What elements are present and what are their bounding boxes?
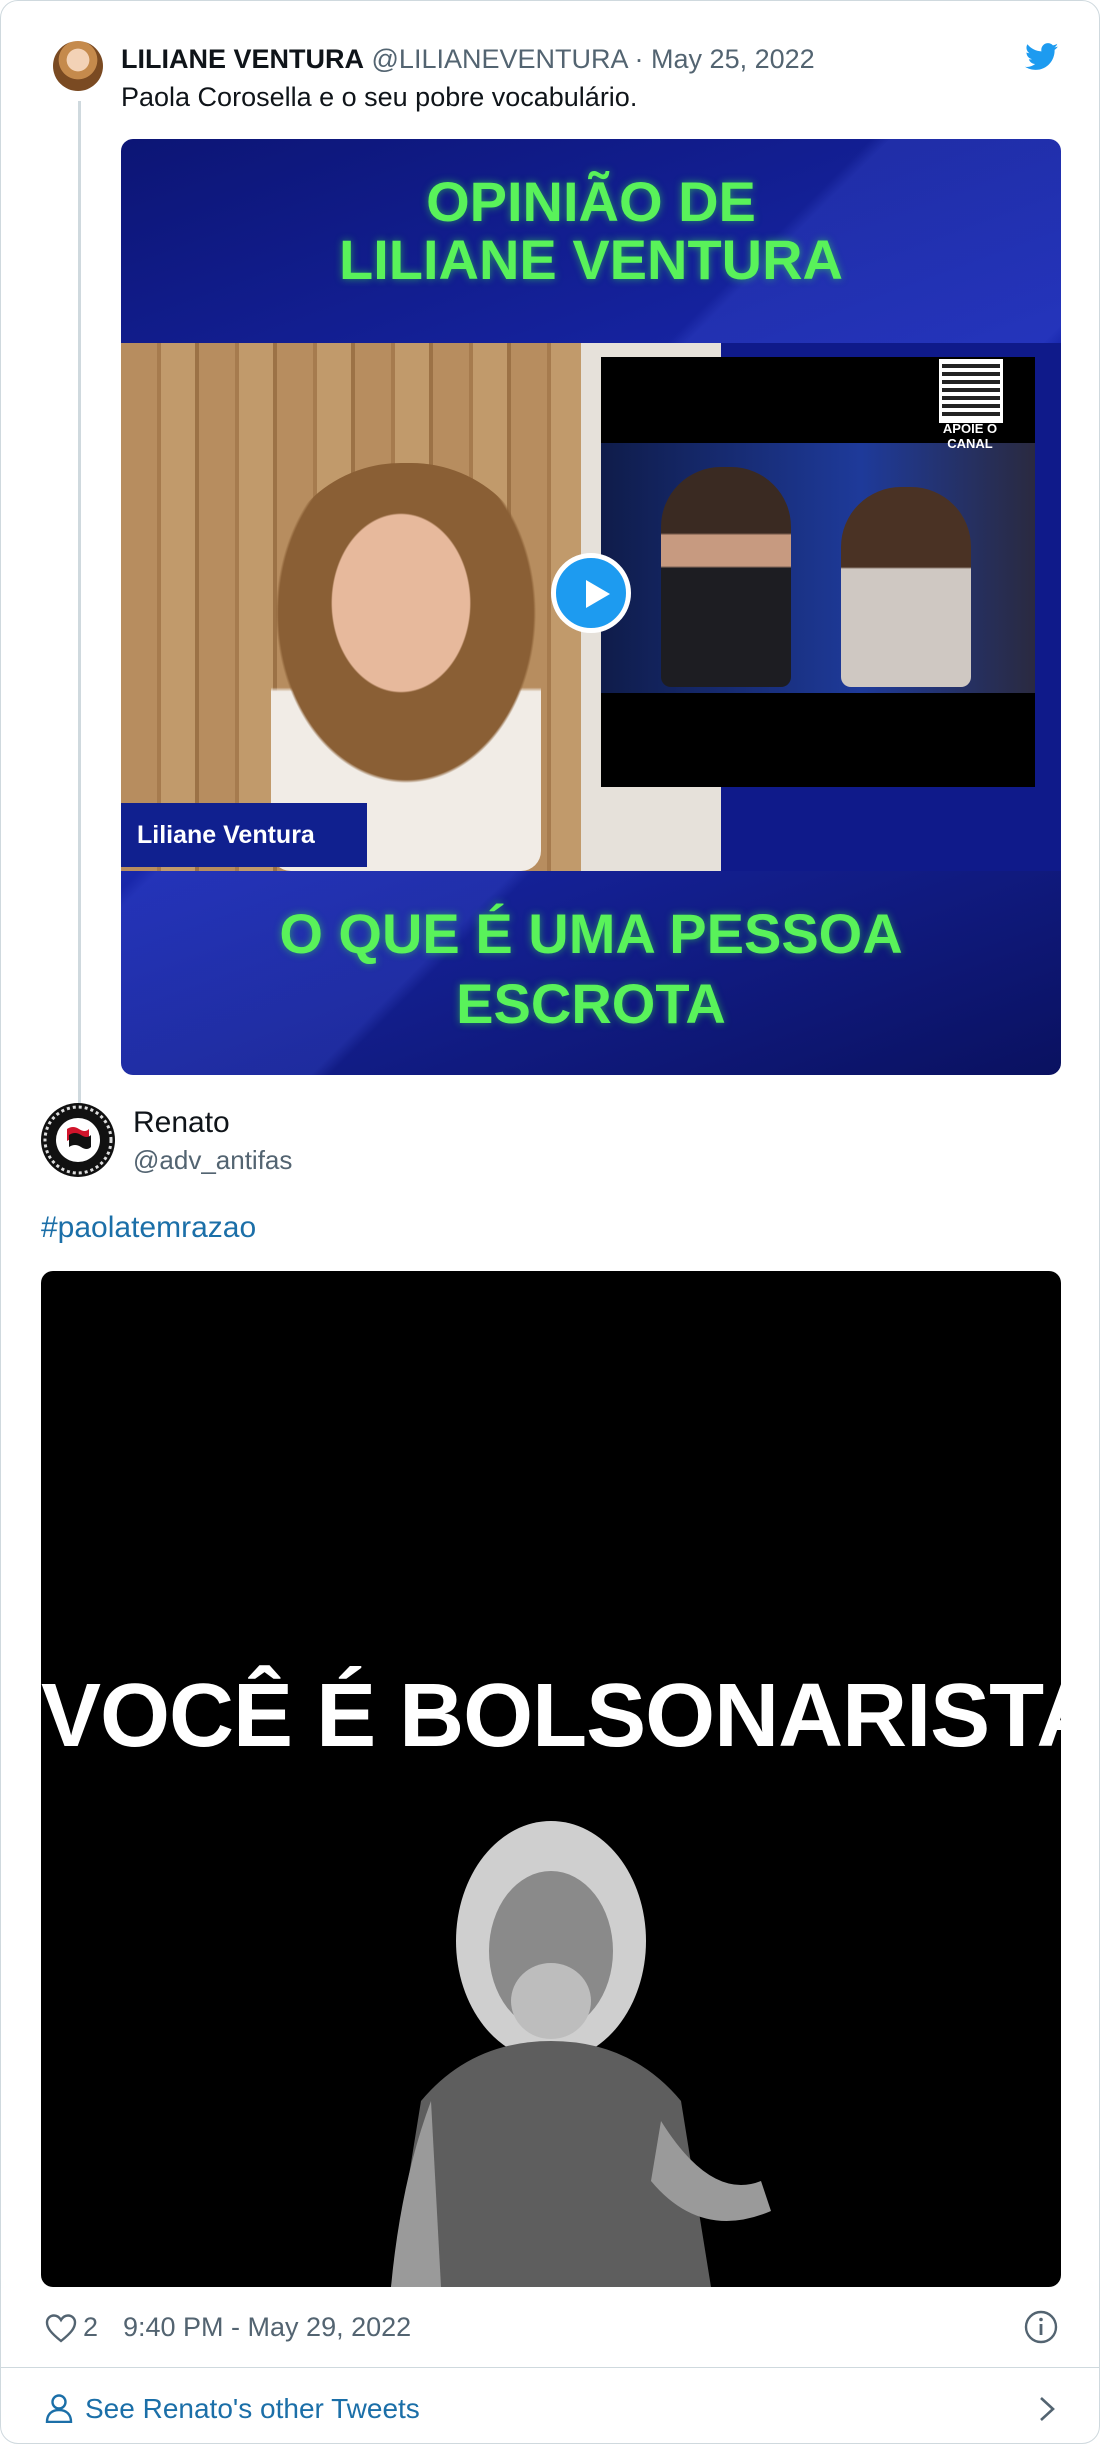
parent-tweet-video[interactable]: OPINIÃO DE LILIANE VENTURA Liliane Ventu…: [121, 139, 1061, 1075]
person-outline-icon: [45, 2394, 73, 2423]
video-title-line2: LILIANE VENTURA: [339, 228, 843, 291]
video-name-tag: Liliane Ventura: [121, 803, 367, 867]
qr-code-icon: [939, 359, 1003, 423]
twitter-bird-icon[interactable]: [1025, 43, 1059, 71]
author-name[interactable]: Renato: [133, 1105, 230, 1141]
parent-tweet-header: LILIANE VENTURA @LILIANEVENTURA · May 25…: [121, 41, 815, 77]
footer-divider: [1, 2367, 1099, 2368]
qr-label: APOIE O CANAL: [925, 421, 1015, 451]
qr-label-line1: APOIE O: [942, 421, 998, 436]
video-title: OPINIÃO DE LILIANE VENTURA: [121, 173, 1061, 289]
like-count: 2: [83, 2312, 99, 2342]
thread-connector-line: [78, 101, 81, 1103]
info-circle-icon[interactable]: [1023, 2309, 1059, 2345]
tweet-image[interactable]: VOCÊ É BOLSONARISTA?: [41, 1271, 1061, 2287]
image-figure: [391, 1821, 771, 2287]
play-icon: [586, 580, 610, 608]
tweet-timestamp[interactable]: 9:40 PM - May 29, 2022: [123, 2307, 411, 2347]
image-overlay-text: VOCÊ É BOLSONARISTA?: [41, 1666, 1061, 1766]
renato-avatar[interactable]: [41, 1103, 115, 1177]
inset-host-figure: [841, 487, 971, 687]
video-caption: O QUE É UMA PESSOA ESCROTA: [121, 899, 1061, 1039]
parent-date-separator: ·: [634, 44, 644, 74]
play-button[interactable]: [551, 553, 631, 633]
video-caption-line2: ESCROTA: [456, 972, 726, 1035]
video-caption-line1: O QUE É UMA PESSOA: [279, 902, 903, 965]
chevron-right-icon[interactable]: [1037, 2395, 1057, 2423]
parent-tweet-text: Paola Corosella e o seu pobre vocabulári…: [121, 82, 638, 112]
author-handle[interactable]: @adv_antifas: [133, 1143, 292, 1177]
liliane-avatar[interactable]: [53, 41, 103, 91]
see-other-tweets-link[interactable]: See Renato's other Tweets: [41, 2387, 1061, 2431]
heart-outline-icon[interactable]: [45, 2313, 77, 2343]
parent-author-handle[interactable]: @LILIANEVENTURA: [372, 44, 628, 74]
see-other-tweets-label[interactable]: See Renato's other Tweets: [85, 2387, 420, 2431]
parent-tweet-date[interactable]: May 25, 2022: [651, 44, 815, 74]
inset-guest-figure: [661, 467, 791, 687]
qr-label-line2: CANAL: [947, 436, 993, 451]
hashtag-link[interactable]: #paolatemrazao: [41, 1209, 256, 1247]
embedded-tweet-card: LILIANE VENTURA @LILIANEVENTURA · May 25…: [0, 0, 1100, 2444]
parent-author-name[interactable]: LILIANE VENTURA: [121, 44, 364, 74]
video-title-line1: OPINIÃO DE: [426, 170, 756, 233]
antifa-flag-avatar-icon: [42, 1104, 114, 1176]
